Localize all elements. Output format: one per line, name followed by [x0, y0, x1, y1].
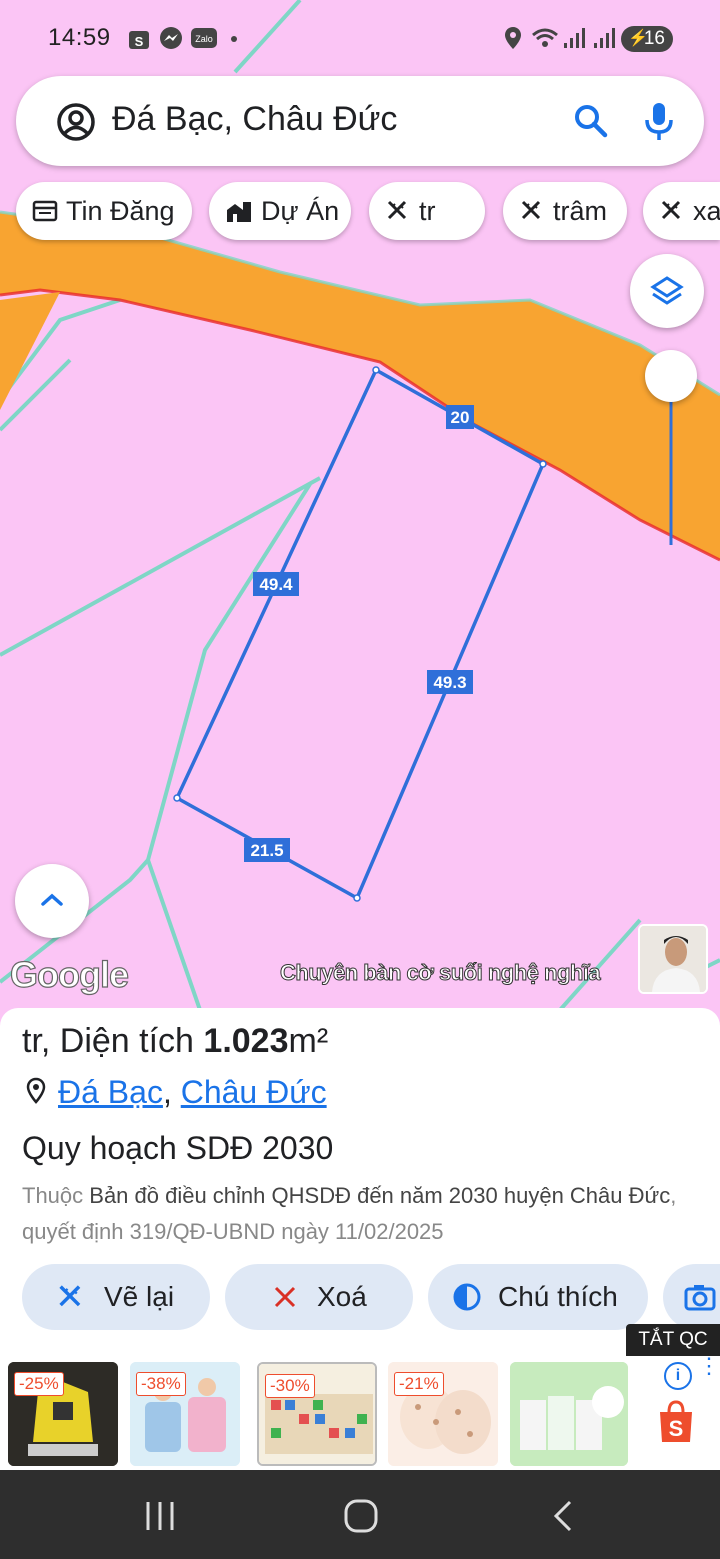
google-attribution: Google — [9, 953, 129, 995]
listing-icon — [32, 200, 58, 222]
chip-label: tr — [419, 195, 436, 226]
camera-icon — [684, 1285, 716, 1311]
back-icon[interactable] — [550, 1498, 576, 1534]
recent-apps-icon[interactable] — [143, 1500, 177, 1532]
ruler-icon — [521, 200, 541, 220]
chip-label: xa — [693, 195, 720, 226]
shopee-logo-icon[interactable]: S — [654, 1398, 698, 1446]
discount-badge: -21% — [394, 1372, 444, 1396]
parcel-title: tr, Diện tích 1.023m² — [22, 1022, 328, 1061]
system-nav-bar — [0, 1470, 720, 1559]
ruler-icon — [661, 200, 681, 220]
chip-tin-dang[interactable]: Tin Đăng — [16, 182, 192, 240]
title-prefix: tr, Diện tích — [22, 1022, 204, 1060]
discount-badge: -25% — [14, 1372, 64, 1396]
info-icon[interactable]: i — [664, 1362, 692, 1390]
ad-item[interactable]: -25% — [8, 1362, 118, 1466]
area-unit: m² — [288, 1022, 329, 1060]
close-icon — [274, 1286, 296, 1308]
account-icon[interactable] — [56, 102, 96, 142]
plan-title: Quy hoạch SDĐ 2030 — [22, 1130, 334, 1166]
area-value: 1.023 — [203, 1022, 289, 1060]
hide-ads-button[interactable]: TẮT QC — [626, 1324, 720, 1356]
status-bar: 14:59 S Zalo ⚡ 16 — [0, 0, 720, 80]
zoom-slider-handle[interactable] — [645, 350, 697, 402]
ad-item[interactable] — [510, 1362, 628, 1466]
legend-label: Chú thích — [498, 1281, 618, 1312]
chip-tr[interactable]: tr — [369, 182, 485, 240]
chip-label: Tin Đăng — [66, 195, 175, 226]
location-link-ward[interactable]: Đá Bạc — [58, 1074, 163, 1110]
more-options-icon[interactable]: ⋮ — [698, 1355, 720, 1388]
edge-label-bottom: 21.5 — [250, 841, 283, 860]
chip-du-an[interactable]: Dự Án — [209, 182, 351, 240]
shopee-icon: S — [129, 31, 149, 49]
map-caption: Chuyên bàn cờ suối nghệ nghĩa — [279, 960, 601, 986]
ad-item[interactable]: -38% — [130, 1362, 240, 1466]
location-separator: , — [162, 1074, 181, 1110]
discount-badge: -38% — [136, 1372, 186, 1396]
zalo-icon: Zalo — [191, 28, 217, 48]
location-line: Đá Bạc, Châu Đức — [24, 1074, 327, 1111]
user-photo-thumbnail[interactable] — [638, 924, 708, 994]
search-bar[interactable]: Đá Bạc, Châu Đức — [16, 76, 704, 166]
search-icon[interactable] — [572, 102, 610, 140]
person-photo — [640, 926, 706, 992]
diaper-pack-image — [510, 1362, 628, 1466]
chip-label: trâm — [553, 195, 607, 226]
layers-icon — [650, 276, 684, 305]
delete-label: Xoá — [317, 1281, 367, 1312]
ruler-icon — [59, 1285, 81, 1307]
layers-button[interactable] — [630, 254, 704, 328]
home-icon[interactable] — [343, 1498, 379, 1534]
redraw-label: Vẽ lại — [104, 1281, 175, 1312]
delete-button[interactable]: Xoá — [225, 1264, 413, 1330]
chip-label: Dự Án — [261, 195, 340, 226]
plan-prefix: Thuộc — [22, 1183, 90, 1208]
redraw-button[interactable]: Vẽ lại — [22, 1264, 210, 1330]
signal-icon — [594, 28, 615, 48]
chip-tram[interactable]: trâm — [503, 182, 627, 240]
ad-item[interactable]: -21% — [388, 1362, 498, 1466]
location-icon — [505, 27, 521, 49]
signal-icon — [564, 28, 585, 48]
plan-map-name: Bản đồ điều chỉnh QHSDĐ đến năm 2030 huy… — [89, 1183, 671, 1208]
buildings-icon — [227, 202, 251, 222]
edge-label-top: 20 — [451, 408, 470, 427]
location-pin-icon — [26, 1077, 46, 1104]
edge-label-right: 49.3 — [433, 673, 466, 692]
svg-text:S: S — [669, 1416, 684, 1441]
microphone-icon[interactable] — [642, 100, 676, 142]
battery-icon: ⚡ 16 — [621, 26, 673, 52]
ruler-icon — [387, 200, 407, 220]
messenger-icon — [160, 27, 182, 49]
chip-xa[interactable]: xa — [643, 182, 720, 240]
svg-text:S: S — [135, 34, 144, 49]
chevron-up-icon — [41, 893, 63, 906]
dot-icon — [231, 36, 237, 42]
camera-button[interactable] — [663, 1264, 720, 1330]
location-link-district[interactable]: Châu Đức — [181, 1074, 327, 1110]
wifi-icon — [532, 28, 558, 47]
legend-button[interactable]: Chú thích — [428, 1264, 648, 1330]
svg-text:Zalo: Zalo — [195, 34, 213, 44]
status-time: 14:59 — [48, 24, 111, 51]
expand-sheet-button[interactable] — [15, 864, 89, 938]
discount-badge: -30% — [265, 1374, 315, 1398]
plan-description: Thuộc Bản đồ điều chỉnh QHSDĐ đến năm 20… — [22, 1178, 712, 1250]
search-input[interactable]: Đá Bạc, Châu Đức — [112, 100, 397, 139]
edge-label-left: 49.4 — [259, 575, 293, 594]
contrast-icon — [453, 1283, 481, 1311]
ad-item[interactable]: -30% — [257, 1362, 377, 1466]
